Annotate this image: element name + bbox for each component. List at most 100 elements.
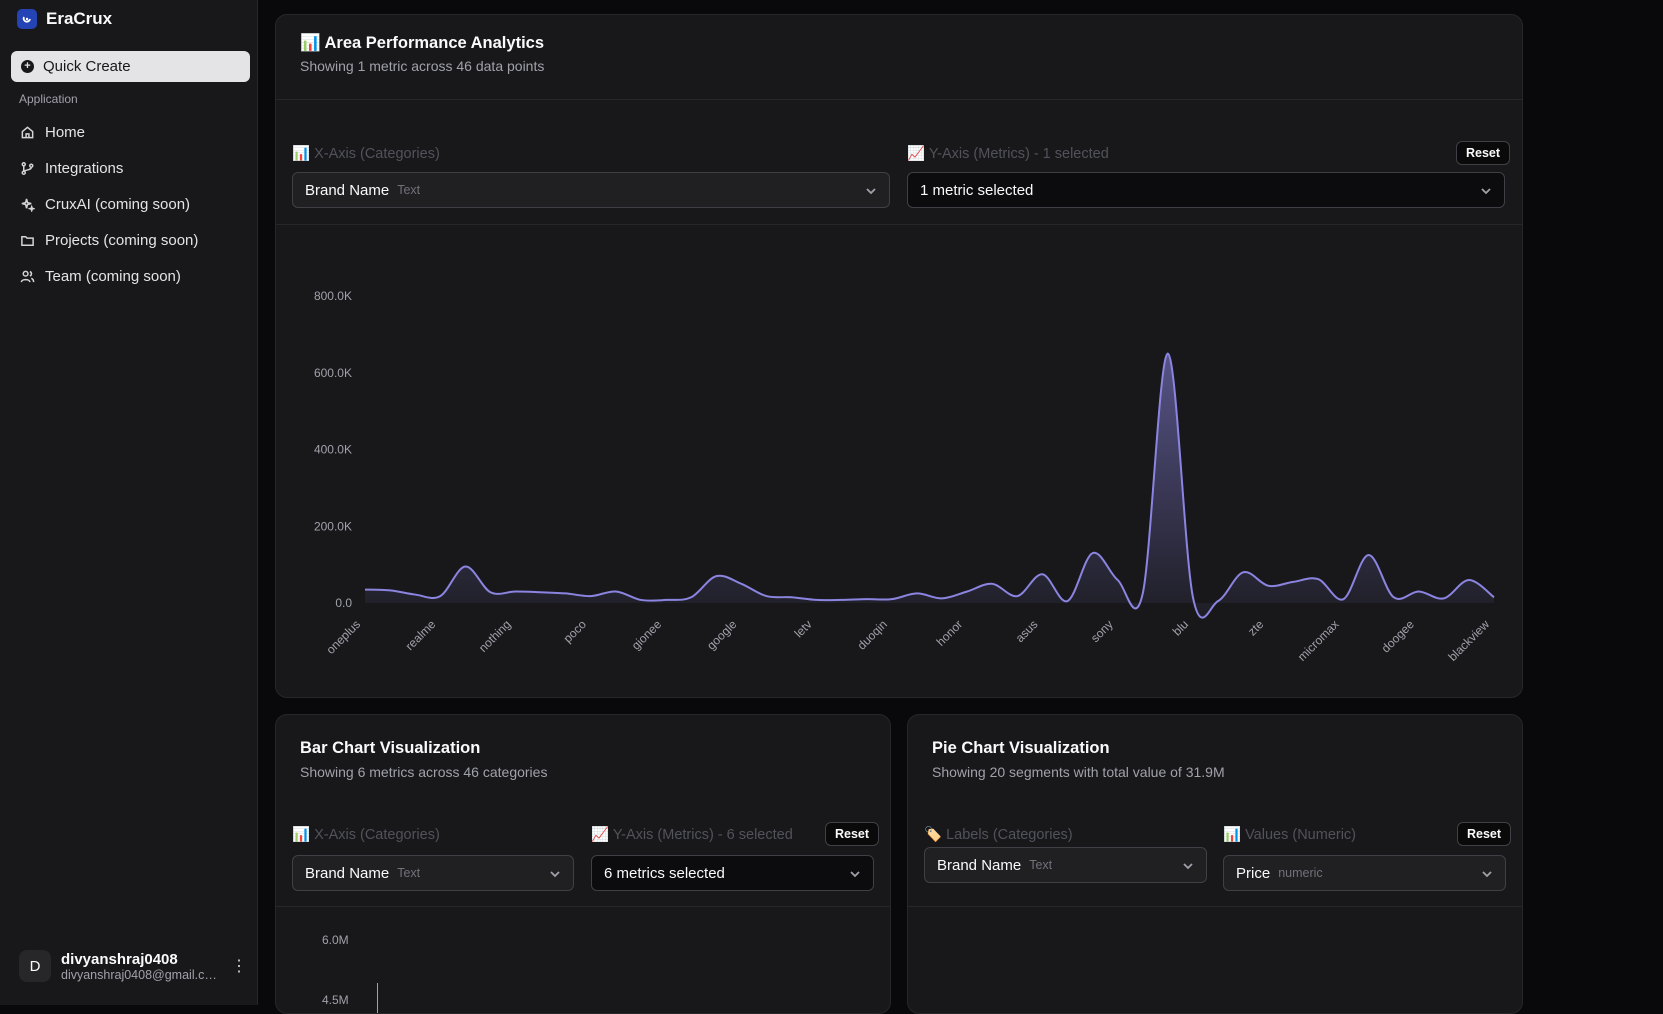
x-tick-label: gionee	[629, 617, 665, 653]
data-point[interactable]	[1140, 590, 1146, 596]
quick-create-button[interactable]: + Quick Create	[11, 51, 250, 82]
labels-value: Brand Name	[937, 856, 1022, 874]
reset-button[interactable]: Reset	[1457, 822, 1512, 846]
x-tick-label: duoqin	[855, 617, 890, 652]
reset-button[interactable]: Reset	[825, 822, 880, 846]
card-title: 📊 Area Performance Analytics	[300, 34, 545, 52]
card-subtitle: Showing 6 metrics across 46 categories	[300, 764, 548, 780]
sidebar-item-cruxai[interactable]: CruxAI (coming soon)	[11, 186, 250, 222]
git-branch-icon	[21, 161, 34, 175]
data-point[interactable]	[1090, 550, 1096, 556]
data-point[interactable]	[1416, 588, 1422, 594]
data-point[interactable]	[713, 573, 719, 579]
data-point[interactable]	[914, 590, 920, 596]
data-point[interactable]	[1115, 577, 1121, 583]
labels-axis-label: 🏷️ Labels (Categories)	[924, 827, 1073, 843]
data-point[interactable]	[387, 587, 393, 593]
x-tick-label: oneplus	[323, 617, 363, 657]
data-point[interactable]	[864, 596, 870, 602]
sidebar-item-projects[interactable]: Projects (coming soon)	[11, 222, 250, 258]
data-point[interactable]	[613, 588, 619, 594]
area-fill	[365, 353, 1494, 618]
data-point[interactable]	[538, 589, 544, 595]
data-point[interactable]	[1441, 595, 1447, 601]
data-point[interactable]	[638, 597, 644, 603]
chevron-down-icon	[1182, 859, 1194, 871]
sidebar-item-label: Team (coming soon)	[45, 267, 181, 285]
labels-select[interactable]: Brand Name Text	[924, 847, 1207, 883]
chevron-down-icon	[1481, 867, 1493, 879]
data-point[interactable]	[889, 596, 895, 602]
user-info: divyanshraj0408 divyanshraj0408@gmail.co…	[61, 951, 221, 982]
data-point[interactable]	[1014, 593, 1020, 599]
data-point[interactable]	[814, 597, 820, 603]
sidebar: EraCrux + Quick Create Application Home …	[0, 0, 258, 1005]
data-point[interactable]	[1491, 594, 1497, 600]
data-point[interactable]	[763, 593, 769, 599]
y-axis-value: 6 metrics selected	[604, 864, 725, 882]
x-tick-label: google	[704, 617, 740, 653]
y-axis-select[interactable]: 1 metric selected	[907, 172, 1505, 208]
sidebar-item-home[interactable]: Home	[11, 114, 250, 150]
y-axis-select[interactable]: 6 metrics selected	[591, 855, 874, 891]
data-point[interactable]	[1165, 351, 1171, 357]
data-point[interactable]	[588, 593, 594, 599]
data-point[interactable]	[1064, 598, 1070, 604]
y-tick-label: 400.0K	[314, 443, 352, 457]
data-point[interactable]	[437, 593, 443, 599]
data-point[interactable]	[964, 588, 970, 594]
data-point[interactable]	[1391, 594, 1397, 600]
brand[interactable]: EraCrux	[17, 8, 112, 30]
data-point[interactable]	[1265, 583, 1271, 589]
x-axis-select[interactable]: Brand Name Text	[292, 172, 890, 208]
data-point[interactable]	[362, 587, 368, 593]
more-vertical-icon[interactable]: ⋮	[229, 956, 249, 976]
data-point[interactable]	[1366, 552, 1372, 558]
chevron-down-icon	[849, 867, 861, 879]
data-point[interactable]	[1190, 594, 1196, 600]
y-tick-label: 200.0K	[314, 519, 352, 533]
data-point[interactable]	[989, 581, 995, 587]
x-tick-label: zte	[1245, 617, 1266, 638]
x-axis-type: Text	[397, 866, 421, 880]
user-email: divyanshraj0408@gmail.com	[61, 967, 221, 982]
sidebar-item-integrations[interactable]: Integrations	[11, 150, 250, 186]
data-point[interactable]	[1466, 577, 1472, 583]
data-point[interactable]	[563, 590, 569, 596]
reset-button[interactable]: Reset	[1456, 141, 1511, 165]
data-point[interactable]	[1039, 571, 1045, 577]
divider	[276, 99, 1522, 100]
data-point[interactable]	[1215, 598, 1221, 604]
data-point[interactable]	[839, 597, 845, 603]
x-tick-label: poco	[561, 617, 590, 646]
data-point[interactable]	[789, 594, 795, 600]
divider	[276, 906, 890, 907]
data-point[interactable]	[688, 594, 694, 600]
data-point[interactable]	[1240, 569, 1246, 575]
data-point[interactable]	[412, 592, 418, 598]
data-point[interactable]	[513, 588, 519, 594]
series-line[interactable]	[364, 352, 1495, 619]
plus-circle-icon: +	[21, 60, 34, 73]
user-profile[interactable]: D divyanshraj0408 divyanshraj0408@gmail.…	[19, 948, 249, 984]
values-select[interactable]: Price numeric	[1223, 855, 1506, 891]
section-label: Application	[19, 92, 78, 106]
x-axis-select[interactable]: Brand Name Text	[292, 855, 574, 891]
data-point[interactable]	[939, 595, 945, 601]
data-point[interactable]	[1290, 579, 1296, 585]
brand-logo-icon	[17, 9, 37, 29]
data-point[interactable]	[663, 597, 669, 603]
folder-icon	[21, 235, 34, 246]
data-point[interactable]	[738, 581, 744, 587]
x-axis-value: Brand Name	[305, 181, 390, 199]
data-point[interactable]	[1315, 576, 1321, 582]
chevron-down-icon	[549, 867, 561, 879]
data-point[interactable]	[487, 589, 493, 595]
sidebar-item-team[interactable]: Team (coming soon)	[11, 258, 250, 294]
x-axis-label: 📊 X-Axis (Categories)	[292, 827, 440, 843]
x-tick-label: letv	[792, 617, 815, 640]
data-point[interactable]	[462, 564, 468, 570]
data-point[interactable]	[1340, 596, 1346, 602]
user-name: divyanshraj0408	[61, 950, 178, 968]
card-title: Pie Chart Visualization	[932, 739, 1110, 757]
